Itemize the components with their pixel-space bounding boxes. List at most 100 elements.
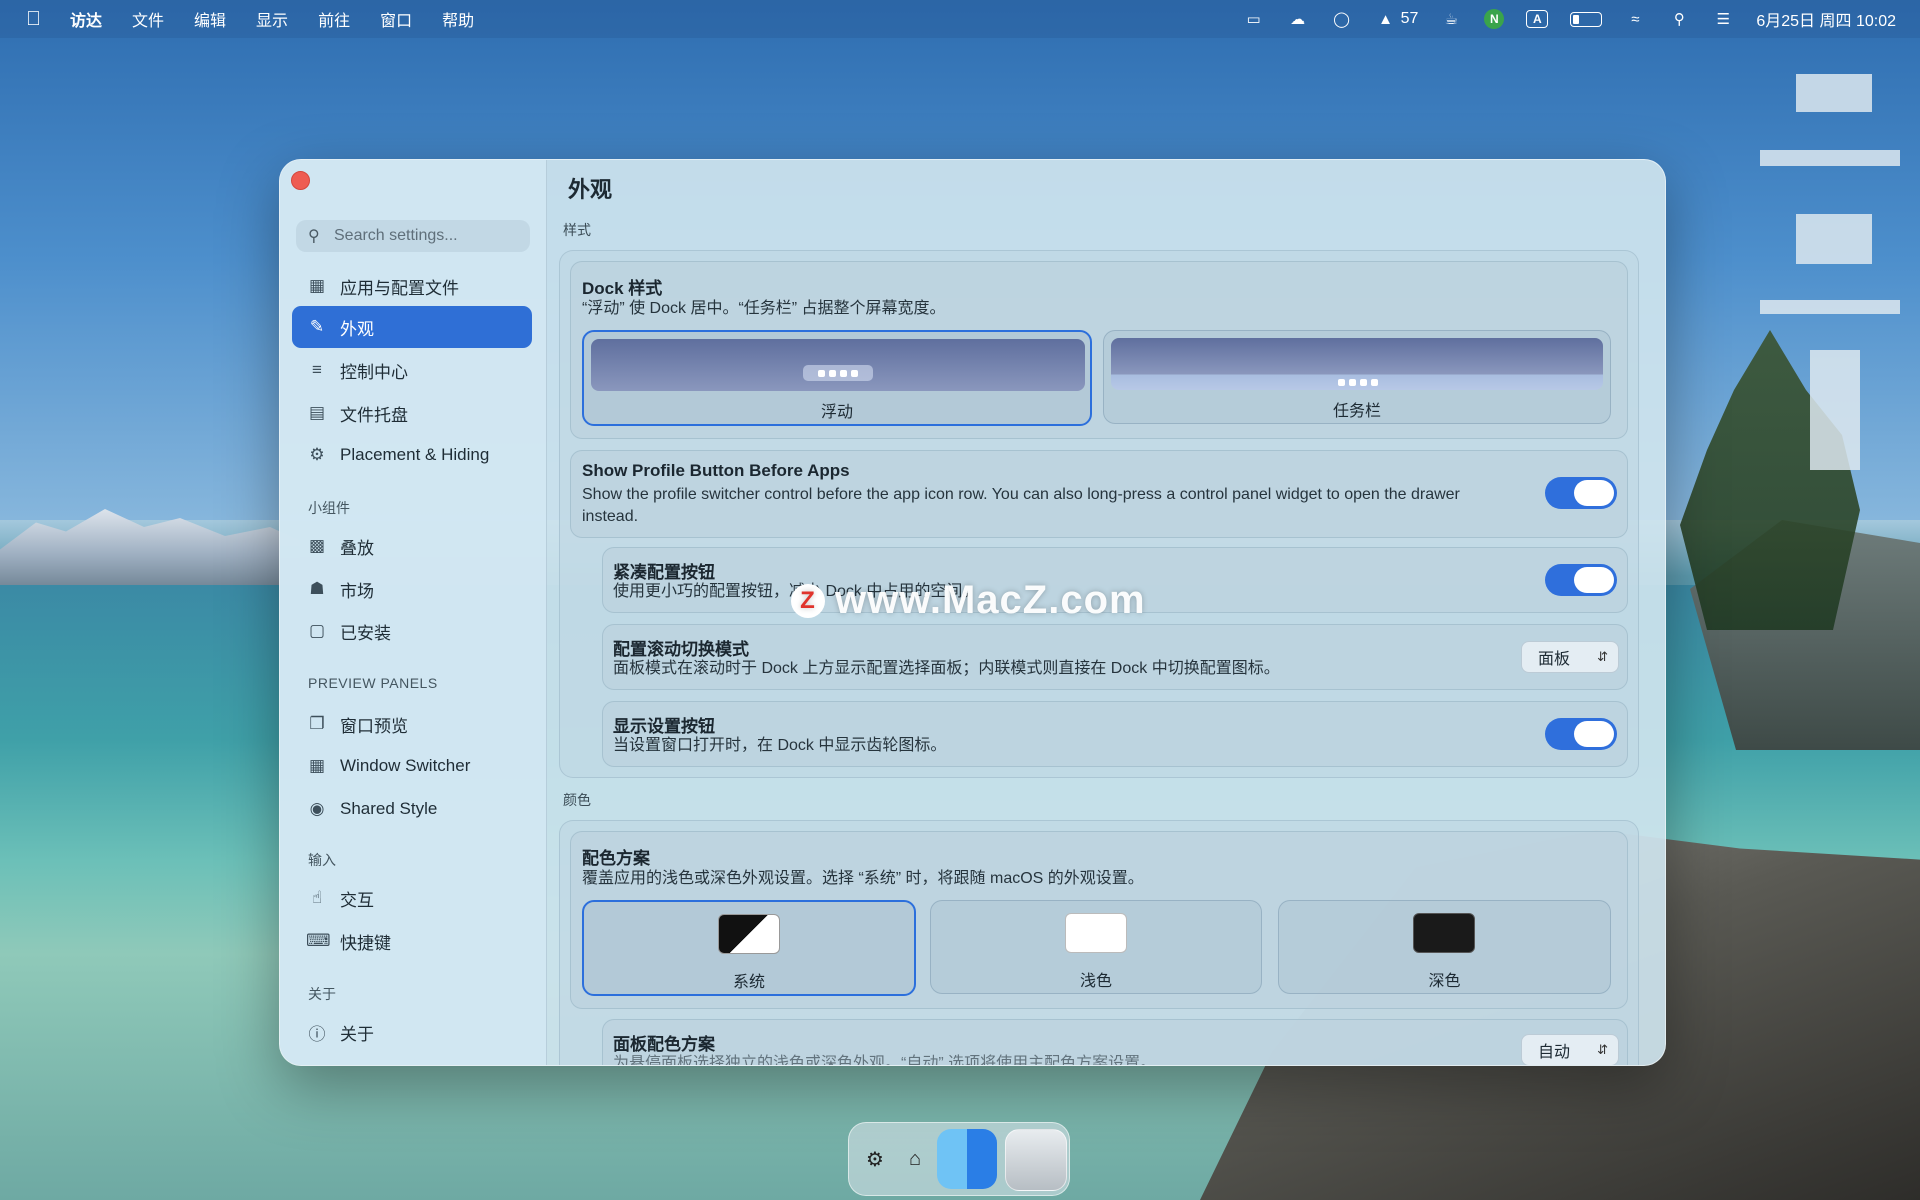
sidebar-item-shared-style[interactable]: ◉ Shared Style	[292, 788, 532, 830]
menu-window[interactable]: 窗口	[380, 7, 412, 31]
tray-icon: ▤	[308, 403, 326, 422]
sidebar-item-label: 应用与配置文件	[340, 278, 459, 298]
trash-icon[interactable]	[1005, 1129, 1067, 1191]
finder-app-icon[interactable]	[937, 1129, 997, 1189]
sidebar-item-window-switcher[interactable]: ▦ Window Switcher	[292, 745, 532, 787]
color-scheme-title: 配色方案	[582, 849, 650, 868]
search-placeholder: Search settings...	[334, 227, 458, 244]
desktop-icon-blurred[interactable]	[1796, 214, 1872, 264]
settings-button-toggle[interactable]	[1545, 718, 1617, 750]
input-method-icon[interactable]: A	[1526, 10, 1549, 28]
sidebar-item-label: 关于	[340, 1024, 374, 1044]
control-center-icon[interactable]: ☰	[1712, 8, 1734, 30]
weather-status[interactable]: ▲ 57	[1375, 8, 1418, 30]
sidebar-item-control-center[interactable]: ≡ 控制中心	[292, 349, 532, 391]
menu-finder[interactable]: 访达	[70, 7, 102, 31]
settings-button-desc: 当设置窗口打开时，在 Dock 中显示齿轮图标。	[613, 737, 947, 754]
grid-icon: ▦	[308, 756, 326, 775]
menu-file[interactable]: 文件	[132, 7, 164, 31]
option-label: 深色	[1428, 973, 1461, 990]
profile-button-desc: Show the profile switcher control before…	[582, 486, 1460, 525]
sidebar-item-interaction[interactable]: ☝ 交互	[292, 877, 532, 919]
sidebar-item-label: Placement & Hiding	[340, 445, 490, 464]
dock-style-title: Dock 样式	[582, 279, 663, 298]
desktop-icon-label-blurred	[1760, 150, 1900, 166]
desktop-icon-blurred[interactable]	[1796, 74, 1872, 112]
apple-menu-icon[interactable]: 	[26, 8, 52, 31]
settings-gear-icon[interactable]: ⚙	[861, 1145, 889, 1173]
close-button[interactable]	[291, 171, 310, 190]
color-scheme-dark-option[interactable]: 深色	[1278, 900, 1611, 994]
section-label-color: 颜色	[563, 792, 591, 808]
sidebar-item-apps-profiles[interactable]: ▦ 应用与配置文件	[292, 265, 532, 307]
dock-style-floating-option[interactable]: 浮动	[582, 330, 1092, 426]
hand-pointer-icon: ☝	[311, 888, 323, 907]
sidebar-item-label: Window Switcher	[340, 756, 471, 775]
chevron-updown-icon: ⇵	[1597, 649, 1608, 664]
desktop-icon-blurred[interactable]	[1810, 350, 1860, 470]
color-scheme-light-option[interactable]: 浅色	[930, 900, 1262, 994]
style-group: Dock 样式 “浮动” 使 Dock 居中。“任务栏” 占据整个屏幕宽度。 浮…	[559, 250, 1639, 778]
system-swatch	[718, 914, 780, 954]
info-icon: ⓘ	[308, 1024, 326, 1044]
panel-scheme-card: 面板配色方案 为悬停面板选择独立的浅色或深色外观。“自动” 选项将使用主配色方案…	[602, 1019, 1628, 1065]
menu-go[interactable]: 前往	[318, 7, 350, 31]
sidebar-item-appearance[interactable]: ✎ 外观	[292, 306, 532, 348]
menu-bar:  访达 文件 编辑 显示 前往 窗口 帮助 ▭ ☁ ◯ ▲ 57 ☕ N A …	[0, 0, 1920, 38]
sidebar-item-market[interactable]: ☗ 市场	[292, 568, 532, 610]
dock-style-desc: “浮动” 使 Dock 居中。“任务栏” 占据整个屏幕宽度。	[582, 300, 946, 317]
watermark: Z www.MacZ.com	[791, 578, 1146, 623]
grid-icon: ▦	[308, 276, 326, 295]
search-input[interactable]: ⚲ Search settings...	[296, 220, 530, 252]
panel-scheme-select[interactable]: 自动 ⇵	[1521, 1034, 1619, 1065]
menu-help[interactable]: 帮助	[442, 7, 474, 31]
scroll-mode-select[interactable]: 面板 ⇵	[1521, 641, 1619, 673]
display-icon[interactable]: ▭	[1243, 8, 1265, 30]
color-scheme-system-option[interactable]: 系统	[582, 900, 916, 996]
option-label: 任务栏	[1332, 403, 1381, 420]
menu-view[interactable]: 显示	[256, 7, 288, 31]
profile-button-toggle[interactable]	[1545, 477, 1617, 509]
sidebar-item-label: 快捷键	[340, 933, 391, 953]
n-app-icon[interactable]: N	[1484, 9, 1505, 29]
dock: ⚙ ⌂	[848, 1122, 1070, 1196]
sidebar-item-installed[interactable]: ▢ 已安装	[292, 610, 532, 652]
sidebar-item-file-tray[interactable]: ▤ 文件托盘	[292, 392, 532, 434]
compact-config-title: 紧凑配置按钮	[613, 563, 715, 582]
sidebar-item-about[interactable]: ⓘ 关于	[292, 1011, 532, 1053]
sidebar-item-placement-hiding[interactable]: ⚙ Placement & Hiding	[292, 434, 532, 476]
dock-style-card: Dock 样式 “浮动” 使 Dock 居中。“任务栏” 占据整个屏幕宽度。 浮…	[570, 261, 1628, 439]
home-icon[interactable]: ⌂	[901, 1145, 929, 1173]
sidebar-item-label: 叠放	[340, 538, 374, 558]
sidebar-item-stacks[interactable]: ▩ 叠放	[292, 525, 532, 567]
palette-icon: ◉	[309, 799, 325, 818]
sidebar-item-window-preview[interactable]: ❐ 窗口预览	[292, 703, 532, 745]
sidebar: ⚲ Search settings... ▦ 应用与配置文件 ✎ 外观 ≡ 控制…	[280, 160, 547, 1065]
shield-icon[interactable]: ◯	[1331, 8, 1353, 30]
page-title: 外观	[568, 177, 613, 202]
scroll-mode-title: 配置滚动切换模式	[613, 640, 749, 659]
sidebar-heading-widgets: 小组件	[308, 500, 350, 516]
compact-config-toggle[interactable]	[1545, 564, 1617, 596]
wifi-icon[interactable]: ≈	[1624, 8, 1646, 30]
profile-button-title: Show Profile Button Before Apps	[582, 461, 850, 480]
menu-edit[interactable]: 编辑	[194, 7, 226, 31]
sidebar-item-label: Shared Style	[340, 799, 438, 818]
dock-style-taskbar-option[interactable]: 任务栏	[1103, 330, 1611, 424]
dock-preview-dots	[803, 365, 873, 381]
menu-clock[interactable]: 6月25日 周四 10:02	[1756, 7, 1896, 31]
floating-dock-preview	[591, 339, 1085, 391]
gear-icon: ⚙	[309, 445, 325, 464]
cloud-sync-icon[interactable]: ☁	[1287, 8, 1309, 30]
storefront-icon: ☗	[309, 579, 325, 598]
sidebar-item-shortcuts[interactable]: ⌨ 快捷键	[292, 920, 532, 962]
watermark-logo-icon: Z	[791, 583, 825, 618]
search-icon[interactable]: ⚲	[1668, 8, 1690, 30]
panel-scheme-value: 自动	[1538, 1044, 1571, 1061]
option-label: 浅色	[1079, 973, 1112, 990]
color-scheme-card: 配色方案 覆盖应用的浅色或深色外观设置。选择 “系统” 时，将跟随 macOS …	[570, 831, 1628, 1009]
coffee-cup-icon[interactable]: ☕	[1440, 8, 1462, 30]
sidebar-heading-input: 输入	[308, 852, 336, 868]
light-swatch	[1065, 913, 1127, 953]
battery-icon[interactable]	[1570, 11, 1603, 27]
